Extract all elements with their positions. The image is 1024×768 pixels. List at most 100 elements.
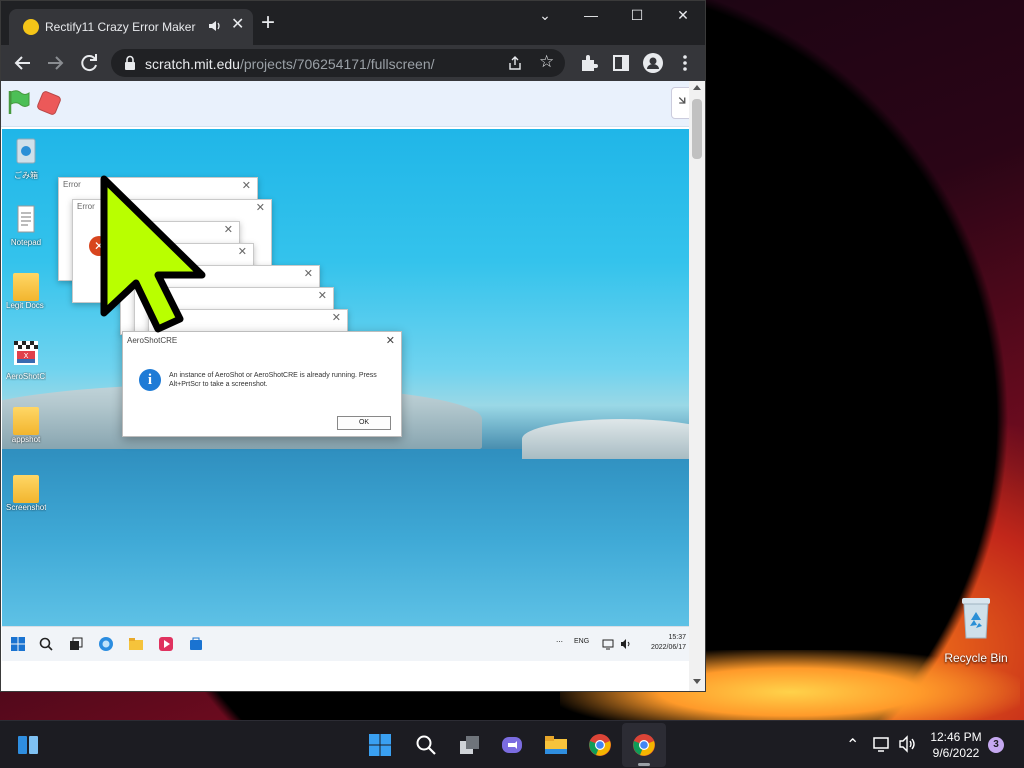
audio-playing-icon[interactable] [207,18,223,34]
aeroshot-dialog[interactable]: AeroShotCRE ✕ i An instance of AeroShot … [122,331,402,437]
recycle-bin-icon [16,138,36,164]
media-player-icon[interactable] [158,636,174,652]
dialog-message: An instance of AeroShot or AeroShotCRE i… [169,372,377,388]
stage-icon-folder-3[interactable]: Screenshots [6,475,46,512]
folder-icon [13,475,39,503]
info-icon: i [139,369,161,391]
recycle-bin-icon [962,598,990,639]
notification-badge[interactable]: 3 [988,737,1004,753]
stage-clock-time: 15:37 [668,634,686,641]
close-icon[interactable]: ✕ [332,311,341,324]
aeroshot-icon: X [14,341,38,365]
dialog-title: AeroShotCRE [127,336,178,345]
back-arrow-icon[interactable] [11,51,35,75]
error-window-title: Error [63,180,81,189]
active-tab[interactable]: Rectify11 Crazy Error Maker ✕ [9,9,253,45]
share-icon[interactable] [507,55,523,71]
minimize-button[interactable]: — [577,7,605,27]
chevron-up-icon[interactable]: ⌃ [846,735,859,755]
volume-icon[interactable] [898,734,918,754]
lock-icon[interactable] [123,55,137,71]
notepad-icon [17,205,35,233]
search-icon[interactable] [414,733,438,757]
teams-chat-icon[interactable] [500,733,524,757]
recycle-bin-label: Recycle Bin [944,651,1008,665]
clock-date: 9/6/2022 [932,746,980,760]
folder-icon [13,407,39,435]
more-menu-icon[interactable] [673,51,697,75]
green-flag-icon[interactable] [7,89,31,115]
maximize-button[interactable]: ☐ [623,7,651,27]
tab-close-icon[interactable]: ✕ [231,17,244,33]
stage-icon-aeroshot[interactable]: X AeroShotCRE [6,339,46,381]
tab-search-icon[interactable]: ⌄ [531,7,559,27]
stage-icon-label: Screenshots [6,503,46,512]
stage-icon-folder-2[interactable]: appshot [6,407,46,444]
stage-icon-notepad[interactable]: Notepad [6,205,46,247]
store-icon[interactable] [188,636,204,652]
host-taskbar: ⌃ 12:46 PM 9/6/2022 3 [0,720,1024,768]
running-indicator [638,763,650,766]
scroll-down-arrow-icon[interactable] [693,679,701,684]
url-path: /projects/706254171/fullscreen/ [239,56,435,72]
stop-sign-icon[interactable] [35,89,63,117]
svg-text:X: X [24,352,29,360]
url-host: scratch.mit.edu [145,56,240,72]
close-icon[interactable]: ✕ [318,289,327,302]
chrome-active-icon[interactable] [632,733,656,757]
side-panel-icon[interactable] [609,51,633,75]
scratch-controls-bar [1,81,693,127]
file-explorer-icon[interactable] [128,636,144,652]
stage-hill-right [522,419,689,459]
error-window-title: Error [77,202,95,211]
network-icon[interactable] [602,638,614,650]
reload-icon[interactable] [77,51,101,75]
close-window-button[interactable]: ✕ [669,7,697,27]
close-icon[interactable]: ✕ [304,267,313,280]
bookmark-star-icon[interactable]: ☆ [539,52,554,72]
stage-water [2,449,689,629]
url-text: scratch.mit.edu/projects/706254171/fulls… [145,56,435,72]
giant-cursor-icon [100,175,206,333]
page-scrollbar[interactable] [689,81,705,691]
task-view-icon[interactable] [68,636,84,652]
edge-browser-icon[interactable] [98,636,114,652]
search-icon[interactable] [38,636,54,652]
close-icon[interactable]: ✕ [242,179,251,192]
browser-titlebar: Rectify11 Crazy Error Maker ✕ + ⌄ — ☐ ✕ [1,1,705,45]
close-icon[interactable]: ✕ [238,245,247,258]
close-icon[interactable]: ✕ [256,201,265,214]
tray-overflow-icon[interactable]: ⋯ [556,638,563,646]
scroll-up-arrow-icon[interactable] [693,85,701,90]
folder-icon [13,273,39,301]
forward-arrow-icon[interactable] [43,51,67,75]
file-explorer-icon[interactable] [544,733,568,757]
stage-taskbar: ⋯ ENG 15:37 2022/06/17 [2,626,689,661]
stage-icon-recycle[interactable]: ごみ箱 [6,137,46,181]
profile-avatar-icon[interactable] [641,51,665,75]
extensions-puzzle-icon[interactable] [577,51,601,75]
chrome-icon[interactable] [588,733,612,757]
stage-clock-date: 2022/06/17 [650,644,686,651]
browser-toolbar: scratch.mit.edu/projects/706254171/fulls… [1,45,705,81]
task-view-icon[interactable] [458,733,482,757]
desktop-recycle-bin[interactable]: Recycle Bin [940,596,1012,665]
stage-icon-folder-1[interactable]: Legit Docs - I... [6,273,46,310]
new-tab-button[interactable]: + [261,11,275,35]
browser-window: Rectify11 Crazy Error Maker ✕ + ⌄ — ☐ ✕ [0,0,706,692]
stage-clock[interactable]: 15:37 2022/06/17 [642,633,686,653]
volume-icon[interactable] [620,638,632,650]
widgets-icon[interactable] [16,733,40,757]
close-icon[interactable]: ✕ [386,334,395,347]
scrollbar-thumb[interactable] [692,99,702,159]
network-icon[interactable] [872,734,892,754]
stage-icon-label: Notepad [10,238,42,247]
system-clock[interactable]: 12:46 PM 9/6/2022 [926,729,986,761]
ok-button[interactable]: OK [337,416,391,430]
close-icon[interactable]: ✕ [224,223,233,236]
scratch-stage[interactable]: ごみ箱 Notepad Legit Docs - I... X AeroShot… [2,129,689,661]
windows-start-icon[interactable] [368,733,392,757]
language-indicator[interactable]: ENG [574,638,589,645]
windows-start-icon[interactable] [10,636,26,652]
address-bar[interactable]: scratch.mit.edu/projects/706254171/fulls… [111,49,565,77]
